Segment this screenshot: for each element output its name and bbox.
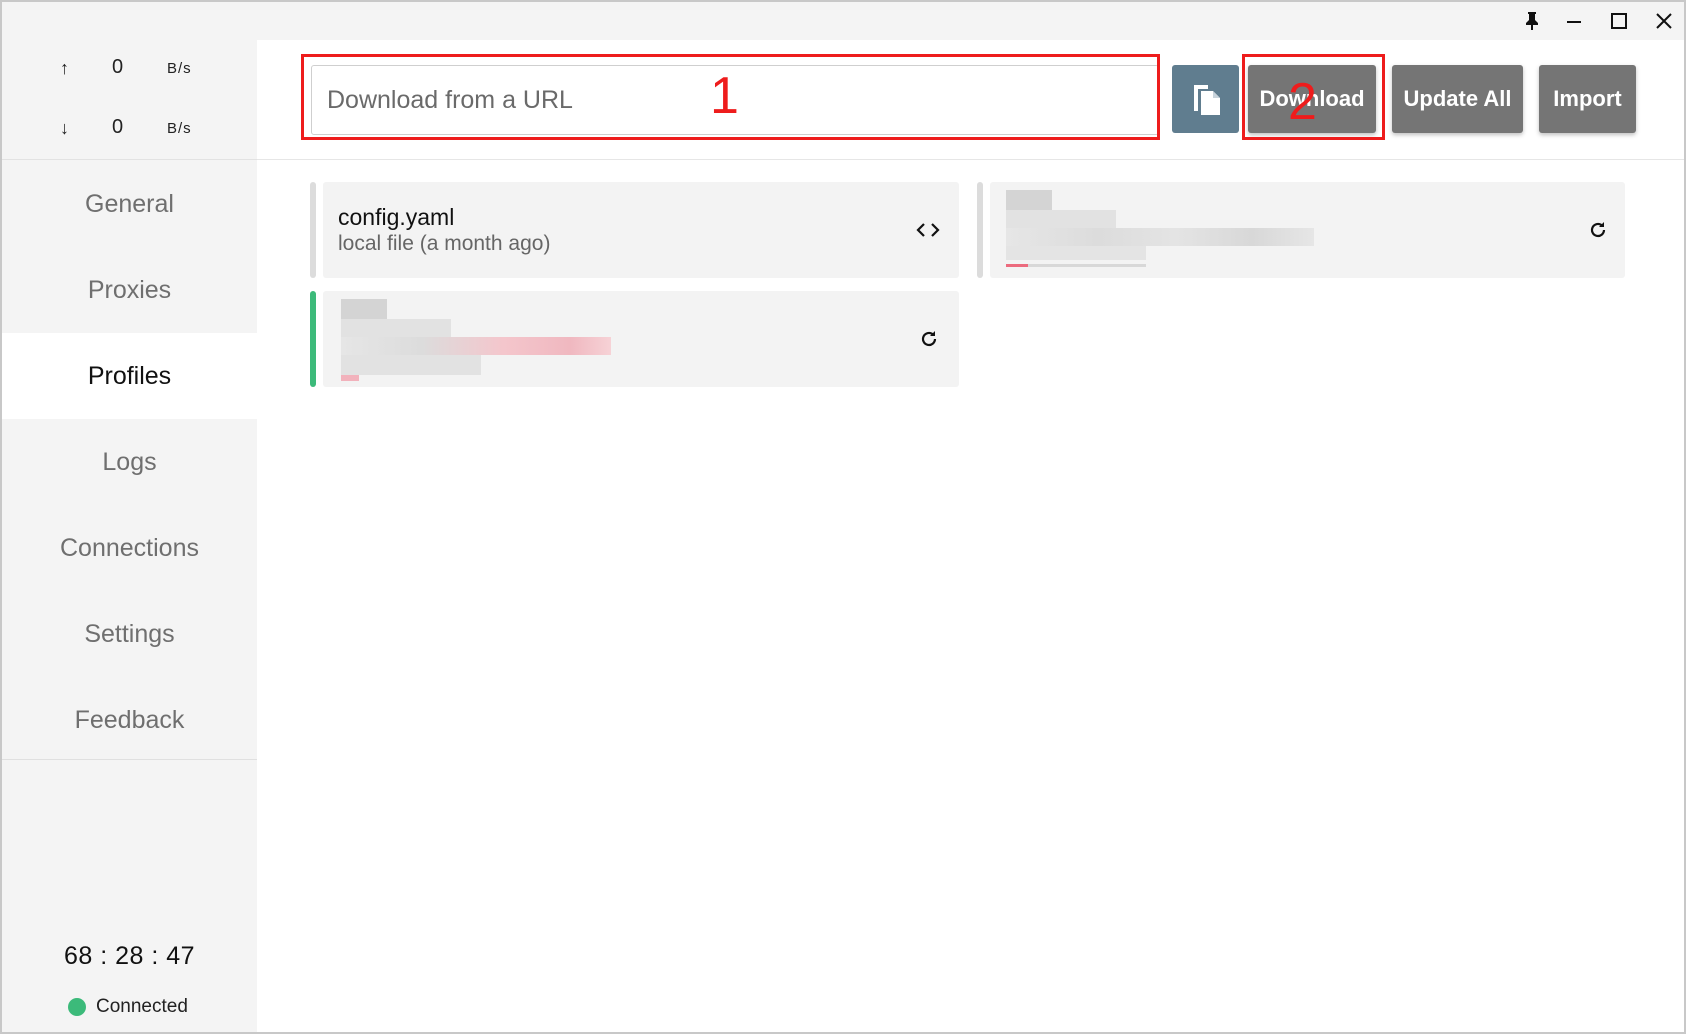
paste-icon: [1193, 85, 1220, 115]
traffic-panel: ↑ 0 B/s ↓ 0 B/s: [2, 40, 257, 160]
update-all-button[interactable]: Update All: [1392, 65, 1523, 133]
sidebar-item-label: Proxies: [87, 275, 172, 304]
sidebar-nav: General Proxies Profiles Logs Connection…: [2, 161, 257, 763]
code-icon[interactable]: [913, 215, 943, 245]
upload-speed: ↑ 0 B/s: [2, 40, 257, 100]
sidebar-item-general[interactable]: General: [2, 161, 257, 247]
redacted-title: [341, 299, 387, 319]
sidebar-item-connections[interactable]: Connections: [2, 505, 257, 591]
download-arrow-icon: ↓: [60, 118, 69, 138]
refresh-icon[interactable]: [914, 324, 944, 354]
profile-subtitle: local file (a month ago): [338, 232, 551, 255]
redacted-text: [341, 319, 451, 337]
uptime-timer: 68 : 28 : 47: [63, 942, 196, 970]
usage-bar-fill: [341, 375, 359, 381]
sidebar-item-label: General: [85, 189, 174, 218]
profile-card-selected[interactable]: [323, 291, 959, 387]
redacted-title: [1006, 190, 1052, 210]
redacted-text: [341, 355, 481, 375]
sidebar-item-label: Logs: [102, 447, 157, 476]
close-icon[interactable]: [1644, 6, 1684, 36]
upload-value: 0: [112, 56, 124, 78]
redacted-text: [1006, 246, 1146, 260]
redacted-text: [1006, 210, 1116, 228]
profile-card[interactable]: [990, 182, 1625, 278]
url-input[interactable]: [311, 65, 1159, 135]
sidebar-item-settings[interactable]: Settings: [2, 591, 257, 677]
maximize-icon[interactable]: [1599, 6, 1639, 36]
sidebar-item-logs[interactable]: Logs: [2, 419, 257, 505]
download-speed: ↓ 0 B/s: [2, 100, 257, 160]
card-indicator-selected: [310, 291, 316, 387]
sidebar-item-feedback[interactable]: Feedback: [2, 677, 257, 763]
sidebar-item-label: Feedback: [74, 705, 185, 734]
status-dot-icon: [68, 998, 86, 1016]
pin-icon[interactable]: [1512, 6, 1552, 36]
nav-divider: [2, 759, 257, 760]
sidebar: ↑ 0 B/s ↓ 0 B/s General Proxies Profiles…: [2, 40, 257, 1032]
title-bar: [2, 2, 1684, 40]
import-button[interactable]: Import: [1539, 65, 1636, 133]
profile-title: config.yaml: [338, 204, 455, 230]
profile-card[interactable]: config.yaml local file (a month ago): [323, 182, 959, 278]
status-label: Connected: [96, 996, 188, 1017]
download-value: 0: [112, 116, 124, 138]
sidebar-item-proxies[interactable]: Proxies: [2, 247, 257, 333]
sidebar-item-label: Settings: [84, 619, 175, 648]
card-indicator: [977, 182, 983, 278]
connection-status: Connected: [68, 996, 188, 1018]
download-unit: B/s: [167, 120, 192, 137]
app-window: ↑ 0 B/s ↓ 0 B/s General Proxies Profiles…: [0, 0, 1686, 1034]
refresh-icon[interactable]: [1583, 215, 1613, 245]
redacted-subtitle: [341, 337, 611, 355]
paste-button[interactable]: [1172, 65, 1239, 133]
upload-arrow-icon: ↑: [60, 58, 69, 78]
card-indicator: [310, 182, 316, 278]
sidebar-item-profiles[interactable]: Profiles: [2, 333, 257, 419]
download-button[interactable]: Download: [1248, 65, 1376, 133]
sidebar-item-label: Connections: [60, 533, 199, 562]
upload-unit: B/s: [167, 60, 192, 77]
redacted-subtitle: [1006, 228, 1314, 246]
sidebar-item-label: Profiles: [87, 361, 172, 390]
minimize-icon[interactable]: [1554, 6, 1594, 36]
usage-bar-fill: [1006, 264, 1028, 267]
